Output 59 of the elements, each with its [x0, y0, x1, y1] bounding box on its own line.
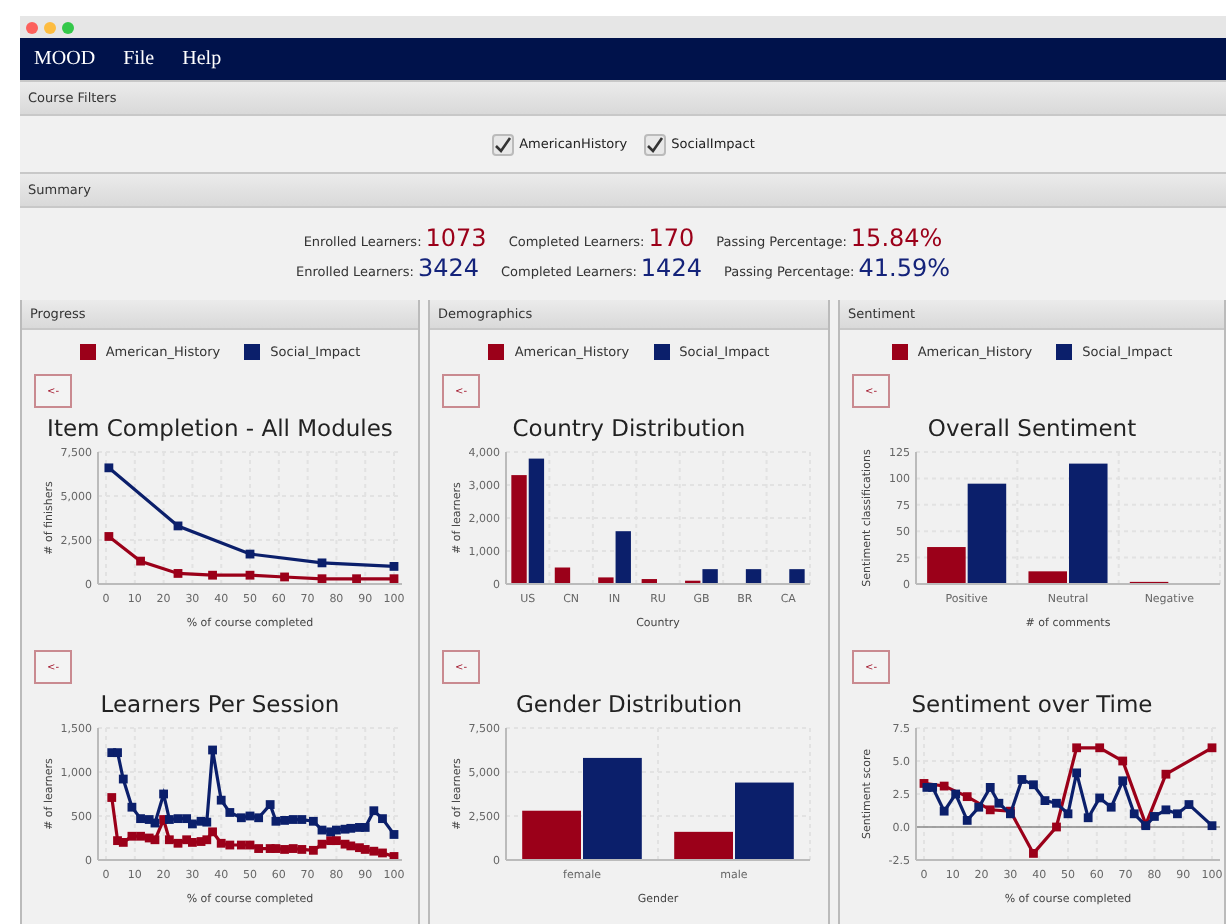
chart-title: Sentiment over Time: [909, 688, 1155, 720]
chart-title: Overall Sentiment: [925, 412, 1139, 444]
marker: [1029, 849, 1038, 858]
marker: [159, 789, 168, 799]
menu-item[interactable]: File: [123, 48, 155, 70]
marker: [1207, 743, 1217, 753]
chart-title: Learners Per Session: [98, 688, 342, 720]
marker: [216, 795, 226, 805]
marker: [107, 793, 117, 802]
marker: [1118, 776, 1128, 786]
marker: [1072, 743, 1082, 753]
marker: [317, 574, 327, 584]
marker: [1095, 743, 1105, 753]
stat-value: 15.84%: [850, 223, 943, 251]
marker: [317, 558, 327, 568]
marker: [104, 532, 114, 541]
minimize-icon[interactable]: [44, 21, 56, 33]
stat-value: 170: [648, 223, 695, 251]
close-icon[interactable]: [26, 21, 38, 33]
marker: [1072, 768, 1082, 778]
maximize-icon[interactable]: [62, 21, 74, 33]
bar: [641, 579, 657, 584]
marker: [265, 800, 275, 809]
checkbox[interactable]: [643, 133, 666, 155]
marker: [208, 745, 217, 755]
marker: [104, 463, 114, 473]
marker: [389, 574, 399, 584]
stat-value: 1073: [425, 223, 487, 251]
marker: [245, 549, 255, 559]
marker: [389, 830, 399, 839]
marker: [389, 562, 399, 571]
chart-title: Gender Distribution: [513, 688, 745, 720]
marker: [173, 521, 183, 531]
marker: [173, 569, 183, 578]
marker: [118, 774, 128, 784]
marker: [245, 570, 255, 580]
marker: [1161, 769, 1171, 779]
marker: [208, 570, 217, 580]
marker: [352, 574, 361, 584]
marker: [136, 556, 145, 566]
checkbox[interactable]: [491, 133, 514, 155]
marker: [939, 806, 949, 816]
check-icon: [493, 135, 512, 153]
marker: [1083, 813, 1093, 823]
menu-item[interactable]: Help: [182, 48, 222, 70]
stat-value: 3424: [417, 253, 479, 281]
stat-value: 1424: [640, 253, 702, 281]
chart-title: Item Completion - All Modules: [45, 412, 395, 444]
stat-value: 41.59%: [858, 253, 950, 281]
menu-item[interactable]: MOOD: [34, 48, 96, 70]
marker: [962, 816, 972, 825]
marker: [1052, 822, 1061, 832]
marker: [1118, 756, 1128, 766]
marker: [280, 572, 289, 582]
marker: [1207, 821, 1217, 831]
marker: [985, 783, 995, 792]
bar: [528, 458, 545, 584]
chart-title: Country Distribution: [510, 412, 748, 444]
check-icon: [645, 135, 664, 153]
